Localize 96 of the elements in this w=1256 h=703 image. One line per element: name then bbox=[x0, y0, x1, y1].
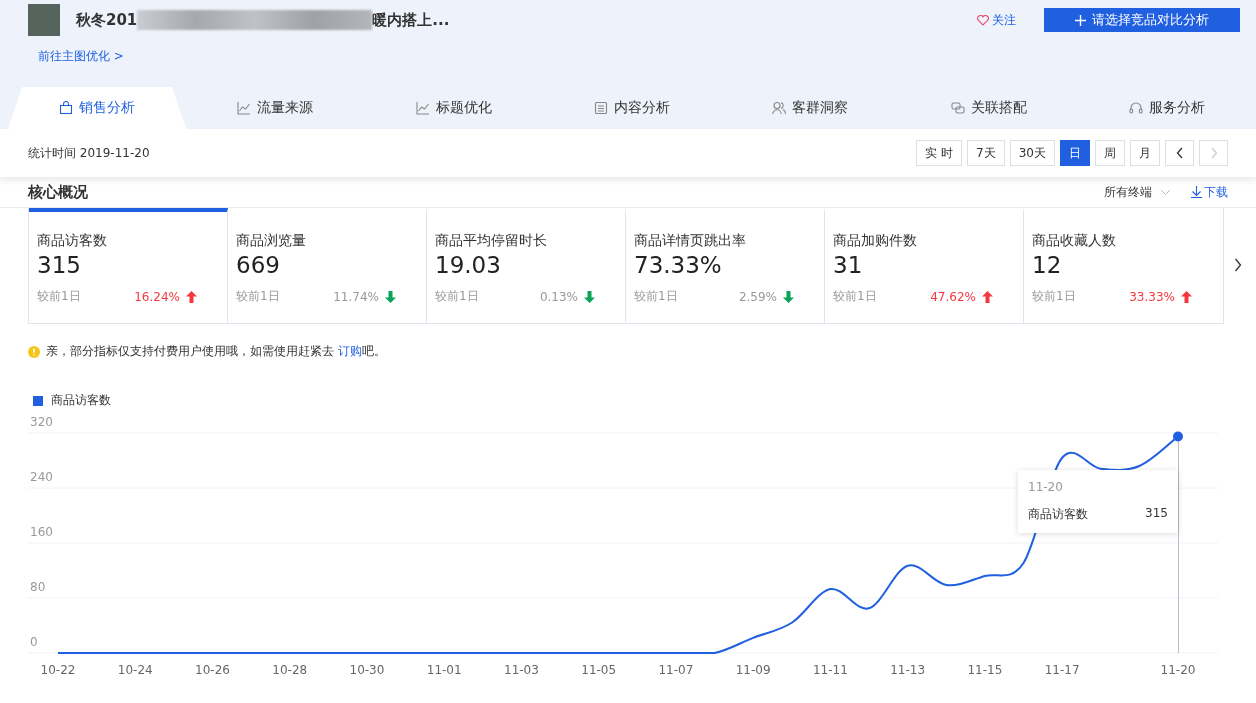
previous-button[interactable] bbox=[1165, 140, 1194, 166]
metric-card[interactable]: 商品访客数 315 较前1日 16.24% bbox=[29, 208, 228, 323]
tab[interactable]: 关联搭配 bbox=[899, 87, 1078, 129]
period-button[interactable]: 日 bbox=[1060, 140, 1090, 166]
chevron-left-icon bbox=[1175, 147, 1184, 159]
compare-label: 较前1日 bbox=[1032, 288, 1077, 305]
metric-value: 31 bbox=[833, 252, 864, 278]
change-value: 16.24% bbox=[133, 289, 180, 304]
users-icon bbox=[772, 101, 787, 115]
download-link[interactable]: 下载 bbox=[1191, 183, 1228, 201]
x-axis-label: 11-17 bbox=[1044, 663, 1080, 677]
download-icon bbox=[1191, 186, 1202, 198]
terminal-dropdown[interactable]: 所有终端 bbox=[1104, 183, 1171, 201]
x-axis-label: 11-07 bbox=[658, 663, 694, 677]
product-thumbnail bbox=[28, 4, 60, 36]
tab[interactable]: 流量来源 bbox=[186, 87, 365, 129]
metric-value: 19.03 bbox=[435, 252, 502, 278]
compare-button[interactable]: 请选择竞品对比分析 bbox=[1044, 8, 1240, 32]
tooltip-date: 11-20 bbox=[1028, 480, 1064, 494]
plus-icon bbox=[1075, 14, 1086, 26]
legend-label: 商品访客数 bbox=[51, 392, 111, 409]
change-value: 33.33% bbox=[1128, 289, 1175, 304]
x-axis-label: 10-24 bbox=[117, 663, 153, 677]
compare-label: 较前1日 bbox=[37, 288, 82, 305]
notice-text: 亲，部分指标仅支持付费用户使用哦，如需使用赶紧去 订购吧。 bbox=[46, 343, 386, 360]
chevron-right-icon bbox=[1234, 257, 1242, 272]
metric-label: 商品收藏人数 bbox=[1032, 232, 1117, 250]
x-axis-label: 11-13 bbox=[890, 663, 926, 677]
period-button[interactable]: 实 时 bbox=[916, 140, 963, 166]
period-button[interactable]: 月 bbox=[1130, 140, 1160, 166]
y-axis-label: 160 bbox=[30, 525, 53, 539]
line-chart-icon bbox=[237, 101, 252, 115]
metric-value: 315 bbox=[37, 252, 82, 278]
y-axis-label: 0 bbox=[30, 635, 38, 649]
y-axis-label: 80 bbox=[30, 580, 46, 594]
product-title: 秋冬201 bbox=[76, 10, 138, 30]
x-axis-label: 11-20 bbox=[1160, 663, 1196, 677]
metric-label: 商品访客数 bbox=[37, 232, 108, 250]
change-value: 47.62% bbox=[929, 289, 976, 304]
x-axis-label: 11-09 bbox=[735, 663, 771, 677]
x-axis-label: 10-22 bbox=[40, 663, 76, 677]
order-link[interactable]: 订购 bbox=[337, 344, 362, 358]
period-button[interactable]: 7天 bbox=[967, 140, 1005, 166]
metric-label: 商品平均停留时长 bbox=[435, 232, 548, 250]
list-icon bbox=[594, 101, 608, 115]
compare-label: 较前1日 bbox=[435, 288, 480, 305]
tab[interactable]: 内容分析 bbox=[542, 87, 722, 129]
metric-label: 商品加购件数 bbox=[833, 232, 918, 250]
follow-button[interactable]: 关注 bbox=[977, 11, 1016, 29]
section-title: 核心概况 bbox=[28, 182, 88, 202]
x-axis-label: 11-11 bbox=[813, 663, 848, 677]
period-button[interactable]: 周 bbox=[1095, 140, 1125, 166]
heart-icon bbox=[977, 14, 989, 26]
x-axis-label: 11-03 bbox=[504, 663, 539, 677]
product-title: 暖内搭上... bbox=[372, 10, 450, 30]
tooltip-value: 315 bbox=[1145, 506, 1168, 522]
x-axis-label: 11-15 bbox=[967, 663, 1003, 677]
metric-label: 商品浏览量 bbox=[236, 232, 307, 250]
compare-label: 较前1日 bbox=[833, 288, 878, 305]
metric-card[interactable]: 商品收藏人数 12 较前1日 33.33% bbox=[1024, 208, 1223, 323]
tooltip-label: 商品访客数 bbox=[1028, 506, 1088, 523]
tab[interactable]: 标题优化 bbox=[364, 87, 543, 129]
change-value: 2.59% bbox=[737, 289, 777, 304]
tab[interactable]: 客群洞察 bbox=[721, 87, 900, 129]
stat-time: 统计时间 2019-11-20 bbox=[28, 144, 150, 162]
line-chart-icon bbox=[415, 101, 430, 115]
metric-value: 669 bbox=[236, 252, 281, 278]
x-axis-label: 10-26 bbox=[195, 663, 230, 677]
main-image-link[interactable]: 前往主图优化 > bbox=[38, 48, 124, 65]
period-button[interactable]: 30天 bbox=[1009, 140, 1055, 166]
link-icon bbox=[950, 101, 965, 115]
x-axis-label: 11-05 bbox=[581, 663, 617, 677]
metric-card[interactable]: 商品平均停留时长 19.03 较前1日 0.13% bbox=[427, 208, 626, 323]
warning-icon bbox=[28, 345, 40, 358]
tab[interactable]: 销售分析 bbox=[8, 87, 187, 129]
metric-card[interactable]: 商品详情页跳出率 73.33% 较前1日 2.59% bbox=[626, 208, 825, 323]
metric-value: 12 bbox=[1032, 252, 1063, 278]
tab[interactable]: 服务分析 bbox=[1077, 87, 1256, 129]
x-axis-label: 10-28 bbox=[272, 663, 308, 677]
caret-icon bbox=[1160, 188, 1171, 196]
compare-label: 较前1日 bbox=[634, 288, 679, 305]
y-axis-label: 240 bbox=[30, 470, 53, 484]
x-axis-label: 11-01 bbox=[426, 663, 462, 677]
chevron-right-icon bbox=[1209, 147, 1218, 159]
metric-card[interactable]: 商品浏览量 669 较前1日 11.74% bbox=[228, 208, 427, 323]
metric-card[interactable]: 商品加购件数 31 较前1日 47.62% bbox=[825, 208, 1024, 323]
metric-value: 73.33% bbox=[634, 252, 723, 278]
metric-label: 商品详情页跳出率 bbox=[634, 232, 747, 250]
y-axis-label: 320 bbox=[30, 415, 53, 429]
change-value: 0.13% bbox=[538, 289, 578, 304]
x-axis-label: 10-30 bbox=[349, 663, 385, 677]
data-point[interactable] bbox=[1173, 431, 1183, 442]
compare-label: 较前1日 bbox=[236, 288, 281, 305]
headset-icon bbox=[1128, 101, 1143, 115]
bag-icon bbox=[59, 101, 74, 115]
change-value: 11.74% bbox=[332, 289, 379, 304]
